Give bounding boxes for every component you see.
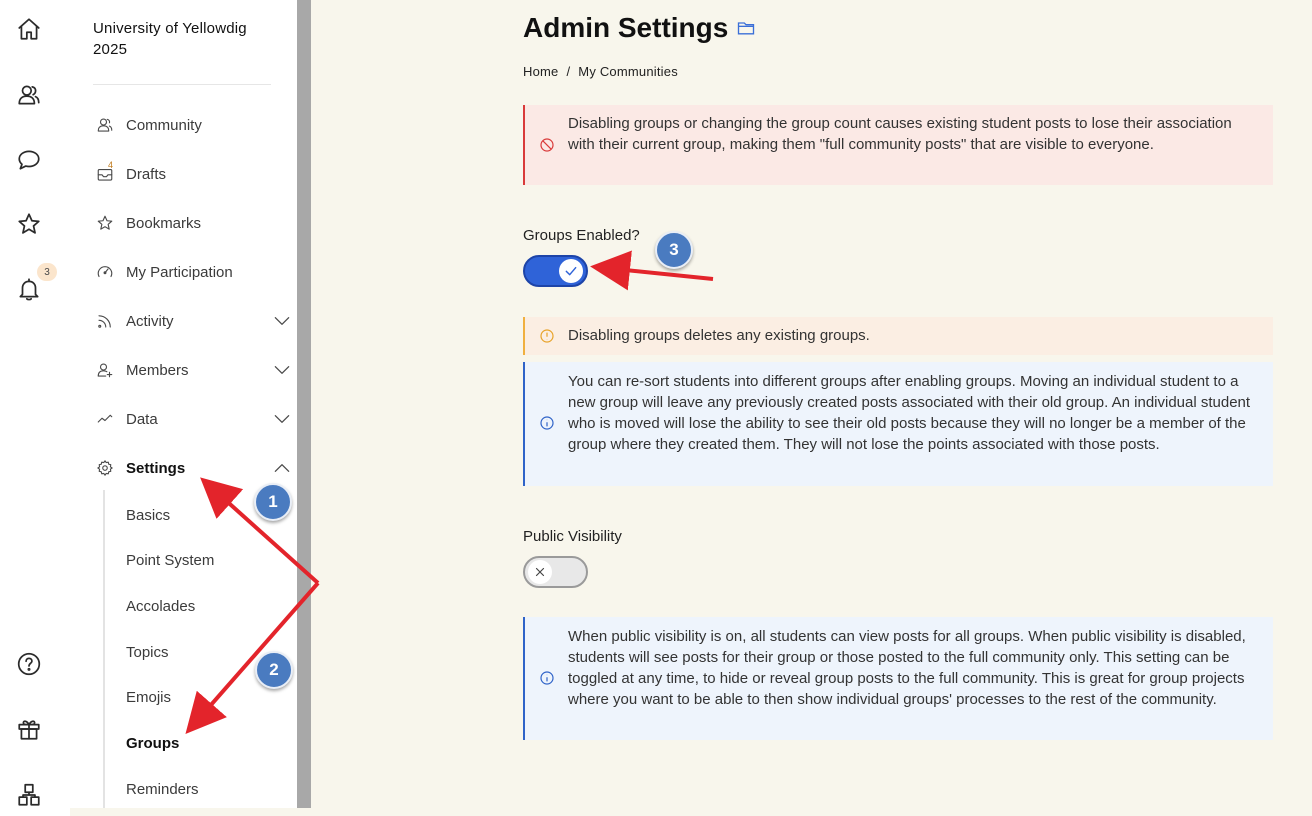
sidebar-item-label: Bookmarks (126, 214, 202, 232)
sidebar-item-label: Settings (126, 459, 186, 477)
star-icon (94, 212, 116, 234)
sidebar-item-activity[interactable]: Activity (94, 306, 290, 336)
check-icon (565, 266, 577, 276)
info-alert-groups-text: You can re-sort students into different … (568, 373, 1251, 453)
submenu-guide-line (103, 490, 105, 808)
star-icon[interactable] (14, 209, 44, 239)
info-icon (538, 414, 556, 432)
prohibited-icon (538, 136, 556, 154)
warning-icon (538, 327, 556, 345)
annotation-marker-3: 3 (655, 231, 693, 269)
annotation-marker-2: 2 (255, 651, 293, 689)
sidebar-item-label: Members (126, 361, 189, 379)
info-icon (538, 669, 556, 687)
sidebar-item-label: Activity (126, 312, 174, 330)
member-icon (94, 359, 116, 381)
icon-rail: 3 (0, 0, 70, 816)
people-icon (94, 114, 116, 136)
sidebar-item-my-participation[interactable]: My Participation (94, 257, 274, 287)
chevron-down-icon[interactable] (272, 311, 292, 331)
chevron-up-icon[interactable] (272, 458, 292, 478)
breadcrumb-home[interactable]: Home (523, 64, 558, 79)
gift-icon[interactable] (14, 714, 44, 744)
settings-sub-reminders[interactable]: Reminders (126, 777, 199, 801)
breadcrumb: Home / My Communities (523, 64, 678, 79)
home-icon[interactable] (14, 14, 44, 44)
sidebar-item-label: Drafts (126, 165, 167, 183)
x-icon (535, 567, 545, 577)
drafts-count-badge: 4 (108, 160, 114, 170)
help-icon[interactable] (14, 649, 44, 679)
info-alert-groups: You can re-sort students into different … (523, 362, 1273, 486)
warning-alert-text: Disabling groups deletes any existing gr… (568, 327, 870, 344)
annotation-marker-1: 1 (254, 483, 292, 521)
sidebar-item-community[interactable]: Community (94, 110, 274, 140)
sidebar: University of Yellowdig 2025 Community 4… (70, 0, 298, 808)
page-title: Admin Settings (523, 12, 756, 44)
toggle-knob (528, 560, 552, 584)
people-icon[interactable] (14, 80, 44, 110)
sidebar-item-label: Data (126, 410, 158, 428)
public-visibility-label: Public Visibility (523, 528, 622, 545)
chevron-down-icon[interactable] (272, 409, 292, 429)
info-alert-visibility-text: When public visibility is on, all studen… (568, 628, 1246, 708)
sidebar-item-bookmarks[interactable]: Bookmarks (94, 208, 274, 238)
settings-sub-basics[interactable]: Basics (126, 503, 170, 527)
error-alert-text: Disabling groups or changing the group c… (568, 115, 1232, 153)
page-title-text: Admin Settings (523, 12, 729, 43)
sidebar-item-members[interactable]: Members (94, 355, 290, 385)
settings-sub-emojis[interactable]: Emojis (126, 685, 171, 709)
gauge-icon (94, 261, 116, 283)
chart-line-icon (94, 408, 116, 430)
public-visibility-toggle[interactable] (523, 556, 588, 588)
warning-alert: Disabling groups deletes any existing gr… (523, 317, 1273, 355)
sidebar-item-settings[interactable]: Settings (94, 453, 290, 483)
sidebar-item-label: My Participation (126, 263, 233, 281)
chat-icon[interactable] (14, 145, 44, 175)
sidebar-scrollbar[interactable] (297, 0, 311, 808)
arrow-to-toggle (590, 250, 714, 291)
sidebar-item-data[interactable]: Data (94, 404, 290, 434)
rss-icon (94, 310, 116, 332)
settings-sub-topics[interactable]: Topics (126, 640, 169, 664)
apps-icon[interactable] (14, 780, 44, 810)
settings-sub-groups[interactable]: Groups (126, 731, 179, 755)
info-alert-visibility: When public visibility is on, all studen… (523, 617, 1273, 740)
sidebar-item-label: Community (126, 116, 202, 134)
error-alert: Disabling groups or changing the group c… (523, 105, 1273, 185)
settings-sub-accolades[interactable]: Accolades (126, 594, 195, 618)
gear-icon (94, 457, 116, 479)
breadcrumb-separator: / (566, 64, 571, 79)
settings-sub-point-system[interactable]: Point System (126, 548, 214, 572)
inbox-icon: 4 (94, 160, 116, 185)
chevron-down-icon[interactable] (272, 360, 292, 380)
notification-badge: 3 (37, 263, 57, 281)
folder-icon[interactable] (736, 18, 756, 38)
groups-enabled-label: Groups Enabled? (523, 227, 640, 244)
groups-enabled-toggle[interactable] (523, 255, 588, 287)
org-name: University of Yellowdig 2025 (93, 20, 247, 58)
sidebar-item-drafts[interactable]: 4 Drafts (94, 159, 274, 189)
sidebar-divider (93, 84, 271, 85)
breadcrumb-current[interactable]: My Communities (578, 64, 678, 79)
toggle-knob (559, 259, 583, 283)
